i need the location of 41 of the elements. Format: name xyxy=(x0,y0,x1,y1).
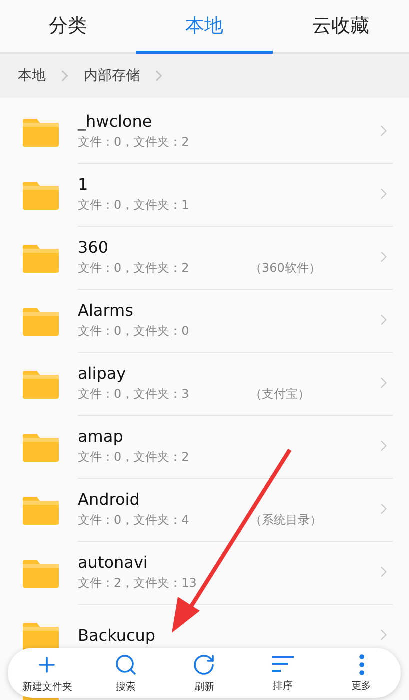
folder-icon xyxy=(23,620,59,650)
folder-name[interactable]: 1 xyxy=(78,174,375,194)
folder-info: 文件：2，文件夹：13 xyxy=(78,574,197,592)
search-icon xyxy=(114,652,138,676)
folder-name[interactable]: alipay xyxy=(78,364,375,382)
breadcrumb-item[interactable]: 内部存储 xyxy=(84,67,140,85)
tab[interactable]: 云收藏 xyxy=(272,0,409,54)
folder-icon xyxy=(23,558,59,588)
folder-icon xyxy=(23,432,59,462)
folder-name[interactable]: _hwclone xyxy=(78,112,375,130)
folder-info: 文件：0，文件夹：2 xyxy=(78,134,190,150)
toolbar-button[interactable]: 搜索 xyxy=(86,652,166,694)
toolbar-button[interactable]: 排序 xyxy=(244,654,322,692)
folder-icon xyxy=(23,116,59,146)
folder-name[interactable]: autonavi xyxy=(78,552,375,572)
folder-icon xyxy=(23,368,59,398)
folder-tag: （系统目录） xyxy=(250,512,322,528)
toolbar-button[interactable]: 新建文件夹 xyxy=(8,652,87,694)
folder-info: 文件：0，文件夹：1 xyxy=(78,196,190,214)
toolbar-button[interactable]: 更多 xyxy=(322,654,401,692)
toolbar-button[interactable]: 刷新 xyxy=(165,652,244,694)
folder-info: 文件：0，文件夹：2 xyxy=(78,448,190,466)
folder-icon xyxy=(23,494,59,524)
folder-info: 文件：0，文件夹：3 xyxy=(78,386,190,402)
folder-info: 文件：0，文件夹：4 xyxy=(78,512,190,528)
more-icon xyxy=(358,654,365,676)
folder-icon xyxy=(23,242,59,272)
folder-tag: （360软件） xyxy=(250,260,321,276)
folder-name[interactable]: Android xyxy=(78,490,375,508)
folder-name[interactable]: Alarms xyxy=(78,300,375,320)
folder-info: 文件：0，文件夹：2 xyxy=(78,260,190,276)
refresh-icon xyxy=(192,652,216,676)
folder-name[interactable]: 360 xyxy=(78,238,375,256)
folder-name[interactable]: Backucup xyxy=(78,626,375,644)
folder-name[interactable]: amap xyxy=(78,426,375,446)
folder-tag: （支付宝） xyxy=(250,386,310,402)
tab[interactable]: 分类 xyxy=(0,0,136,54)
folder-icon xyxy=(23,180,59,210)
breadcrumb-item[interactable]: 本地 xyxy=(18,67,46,85)
folder-info: 文件：0，文件夹：0 xyxy=(78,322,190,340)
folder-icon xyxy=(23,306,59,336)
